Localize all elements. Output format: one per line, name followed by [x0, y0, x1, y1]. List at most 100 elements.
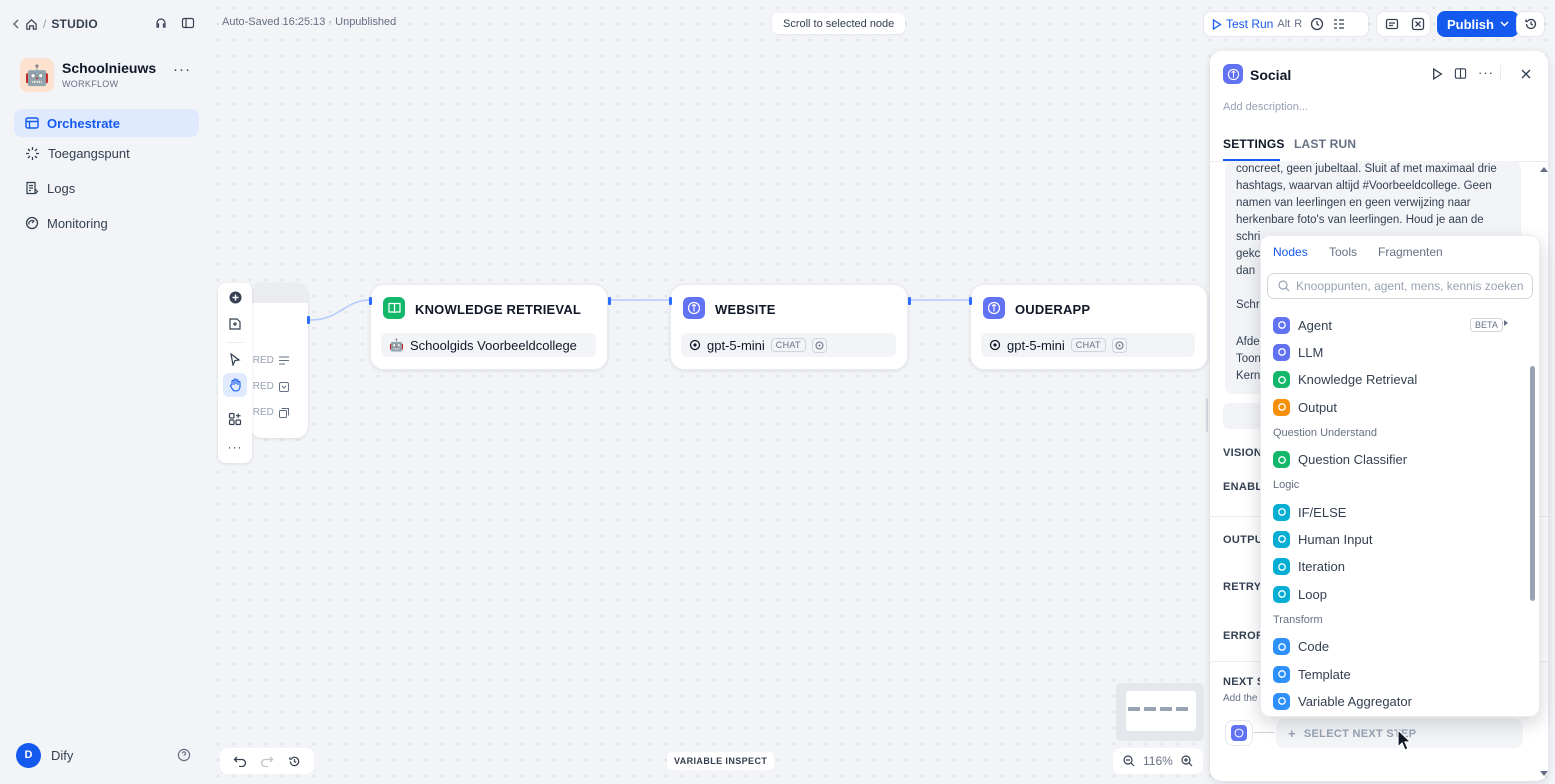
node-option-variable-aggregator[interactable]: Variable Aggregator [1273, 691, 1412, 711]
files-icon [278, 407, 289, 418]
node-option-human-input[interactable]: Human Input [1273, 529, 1372, 549]
add-message-button[interactable] [1223, 403, 1263, 429]
collapse-sidebar-icon[interactable] [181, 16, 195, 30]
tab-last-run[interactable]: LAST RUN [1294, 137, 1356, 151]
list-scrollbar-track[interactable] [1530, 314, 1535, 709]
variable-inspect-button[interactable]: VARIABLE INSPECT [667, 752, 775, 770]
edge [309, 299, 371, 321]
node-ouderapp[interactable]: OUDERAPP gpt-5-mini CHAT [969, 284, 1208, 370]
node-option-loop[interactable]: Loop [1273, 584, 1327, 604]
more-icon[interactable]: ··· [1478, 65, 1494, 80]
node-option-iteration[interactable]: Iteration [1273, 557, 1345, 577]
conversation-variable-icon[interactable] [1411, 17, 1425, 31]
prompt-line: concreet, geen jubeltaal. Sluit af met m… [1236, 163, 1497, 175]
tab-settings[interactable]: SETTINGS [1223, 137, 1285, 151]
llm-icon [983, 297, 1005, 319]
panel-scrollbar[interactable] [1540, 166, 1548, 366]
checklist-icon[interactable] [1332, 17, 1346, 31]
search-placeholder: Knooppunten, agent, mens, kennis zoeken [1296, 279, 1524, 293]
breadcrumb-studio[interactable]: STUDIO [51, 17, 98, 31]
sidebar-item-toegangspunt[interactable]: Toegangspunt [14, 139, 199, 167]
model-mode-badge: CHAT [1070, 338, 1106, 352]
user-account[interactable]: D Dify [16, 742, 196, 768]
sidebar-item-monitoring[interactable]: Monitoring [14, 209, 199, 237]
publish-button[interactable]: Publish [1437, 11, 1519, 37]
node-title: OUDERAPP [1015, 302, 1091, 317]
add-note-button[interactable] [223, 312, 247, 336]
node-option-knowledge-retrieval[interactable]: Knowledge Retrieval [1273, 370, 1417, 390]
start-node[interactable]: IRED IRED IRED [250, 283, 310, 438]
more-tools-icon[interactable]: ··· [223, 435, 247, 459]
app-header: 🤖 Schoolnieuws WORKFLOW ··· [20, 58, 200, 94]
chevron-left-icon[interactable] [12, 19, 20, 29]
list-scrollbar-thumb[interactable] [1530, 366, 1535, 601]
scroll-to-selected-button[interactable]: Scroll to selected node [772, 13, 906, 34]
panel-resize-handle[interactable] [1206, 398, 1208, 432]
openai-icon [689, 339, 701, 351]
undo-icon[interactable] [233, 755, 247, 767]
organize-button[interactable] [223, 407, 247, 431]
node-handle[interactable] [608, 297, 611, 305]
node-model-row: gpt-5-mini CHAT [681, 333, 896, 357]
app-avatar: 🤖 [20, 58, 54, 92]
help-doc-icon[interactable] [1454, 67, 1467, 80]
node-handle[interactable] [669, 297, 672, 305]
monitoring-icon [25, 216, 39, 230]
zoom-out-icon[interactable] [1123, 755, 1135, 767]
node-knowledge-retrieval[interactable]: KNOWLEDGE RETRIEVAL 🤖 Schoolgids Voorbee… [369, 284, 611, 370]
template-icon [1273, 665, 1290, 683]
node-option-if-else[interactable]: IF/ELSE [1273, 502, 1346, 522]
node-option-question-classifier[interactable]: Question Classifier [1273, 450, 1407, 470]
minimap[interactable] [1116, 683, 1204, 741]
node-handle[interactable] [369, 297, 372, 305]
section-retry: RETRY [1223, 581, 1262, 593]
pointer-tool-button[interactable] [223, 347, 247, 371]
search-input[interactable]: Knooppunten, agent, mens, kennis zoeken [1267, 273, 1533, 299]
sidebar-item-orchestrate[interactable]: Orchestrate [14, 109, 199, 137]
env-icon[interactable] [1385, 17, 1399, 31]
history-button[interactable] [1516, 11, 1545, 37]
start-field-label: IRED [250, 355, 274, 366]
start-field-row: IRED [250, 407, 289, 418]
node-option-llm[interactable]: LLM [1273, 342, 1323, 362]
node-handle[interactable] [969, 297, 972, 305]
next-step-connector [1254, 732, 1274, 733]
model-mode-badge: CHAT [770, 338, 806, 352]
start-field-row: IRED [250, 381, 289, 392]
node-handle[interactable] [908, 297, 911, 305]
start-field-row: IRED [250, 355, 289, 366]
resize-handle[interactable] [1540, 771, 1548, 777]
version-history-icon[interactable] [288, 755, 301, 768]
more-icon[interactable]: ··· [173, 61, 191, 78]
node-option-label: Variable Aggregator [1298, 693, 1412, 709]
node-option-code[interactable]: Code [1273, 637, 1329, 657]
description-input[interactable]: Add description... [1223, 101, 1308, 113]
node-dataset-row: 🤖 Schoolgids Voorbeeldcollege [381, 333, 596, 357]
redo-icon[interactable] [260, 755, 274, 767]
help-icon[interactable] [177, 748, 191, 762]
tab-nodes[interactable]: Nodes [1273, 245, 1308, 259]
run-node-icon[interactable] [1432, 68, 1443, 80]
tab-tools[interactable]: Tools [1329, 245, 1357, 259]
dataset-name: Schoolgids Voorbeeldcollege [409, 337, 577, 353]
node-option-label: Template [1298, 666, 1351, 682]
node-website[interactable]: WEBSITE gpt-5-mini CHAT [669, 284, 911, 370]
add-node-button[interactable] [223, 285, 247, 309]
support-icon[interactable] [154, 16, 168, 30]
home-icon[interactable] [25, 18, 38, 31]
panel-title[interactable]: Social [1250, 67, 1291, 83]
zoom-level[interactable]: 116% [1143, 754, 1173, 768]
close-icon[interactable] [1521, 69, 1531, 79]
node-option-agent[interactable]: Agent [1273, 315, 1332, 335]
sidebar-item-logs[interactable]: Logs [14, 174, 199, 202]
tab-fragmenten[interactable]: Fragmenten [1378, 245, 1443, 259]
node-title: WEBSITE [715, 302, 776, 317]
test-run-label: Test Run [1226, 17, 1274, 31]
zoom-in-icon[interactable] [1181, 755, 1193, 767]
app-name: Schoolnieuws [62, 60, 157, 76]
hand-tool-button[interactable] [223, 373, 247, 397]
node-option-output[interactable]: Output [1273, 397, 1337, 417]
node-option-template[interactable]: Template [1273, 664, 1351, 684]
test-run-button[interactable]: Test Run Alt R [1226, 17, 1302, 31]
checklist-clock-icon[interactable] [1310, 17, 1324, 31]
